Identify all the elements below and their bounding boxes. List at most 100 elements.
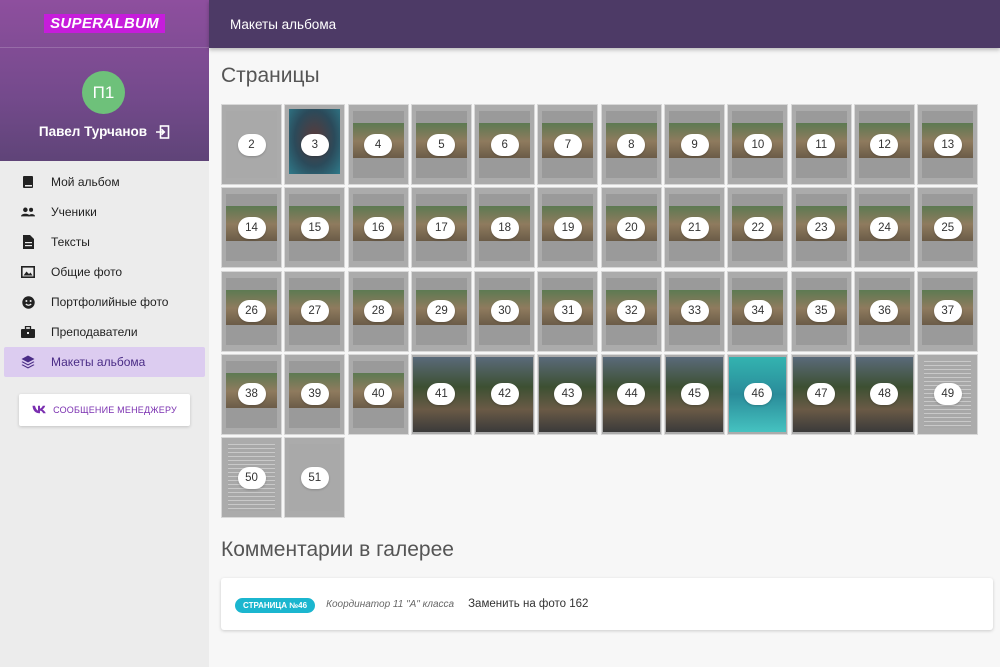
page-number-badge: 12 — [870, 133, 899, 156]
page-number-badge: 47 — [807, 383, 836, 406]
page-number-badge: 14 — [237, 216, 266, 239]
sidebar-item-texts[interactable]: Тексты — [4, 227, 205, 257]
page-thumbnail[interactable]: 27 — [284, 270, 346, 352]
page-thumbnail[interactable]: 36 — [853, 270, 915, 352]
sidebar-menu: Мой альбом Ученики Тексты Общие фото Пор… — [0, 161, 209, 377]
page-number-badge: 36 — [870, 300, 899, 323]
message-manager-button[interactable]: СООБЩЕНИЕ МЕНЕДЖЕРУ — [19, 394, 190, 426]
page-number-badge: 7 — [553, 133, 582, 156]
page-thumbnail[interactable]: 29 — [410, 270, 472, 352]
page-thumbnail[interactable]: 28 — [347, 270, 409, 352]
image-icon — [21, 265, 35, 279]
page-thumbnail[interactable]: 19 — [537, 187, 599, 269]
logout-icon[interactable] — [155, 124, 170, 139]
page-thumbnail[interactable]: 8 — [600, 104, 662, 185]
sidebar-item-students[interactable]: Ученики — [4, 197, 205, 227]
page-number-badge: 6 — [490, 133, 519, 156]
page-thumbnail[interactable]: 26 — [221, 270, 282, 352]
sidebar-item-label: Мой альбом — [51, 175, 120, 189]
page-number-badge: 51 — [300, 466, 329, 489]
page-number-badge: 49 — [933, 383, 962, 406]
page-thumbnail[interactable]: 4 — [347, 104, 409, 185]
page-thumbnail[interactable]: 31 — [537, 270, 599, 352]
page-title: Макеты альбома — [230, 16, 337, 32]
page-number-badge: 35 — [807, 300, 836, 323]
comment-card: СТРАНИЦА №46 Координатор 11 "А" класса З… — [221, 578, 993, 630]
page-number-badge: 2 — [237, 133, 266, 156]
page-thumbnail[interactable]: 16 — [347, 187, 409, 269]
comment-author: Координатор 11 "А" класса — [326, 599, 455, 610]
page-thumbnail[interactable]: 38 — [221, 353, 282, 435]
sidebar-item-my-album[interactable]: Мой альбом — [4, 167, 205, 197]
page-thumbnail[interactable]: 43 — [537, 353, 599, 435]
page-thumbnail[interactable]: 18 — [474, 187, 536, 269]
page-thumbnail[interactable]: 41 — [410, 353, 472, 435]
sidebar-item-common-photos[interactable]: Общие фото — [4, 257, 205, 287]
page-thumbnail[interactable]: 11 — [790, 104, 852, 185]
page-thumbnail[interactable]: 7 — [537, 104, 599, 185]
page-thumbnail[interactable]: 23 — [790, 187, 852, 269]
page-thumbnail[interactable]: 32 — [600, 270, 662, 352]
page-thumbnail[interactable]: 51 — [284, 437, 346, 519]
page-thumbnail[interactable]: 15 — [284, 187, 346, 269]
page-thumbnail[interactable]: 10 — [727, 104, 789, 185]
sidebar-item-label: Тексты — [51, 235, 90, 249]
page-thumbnail[interactable]: 30 — [474, 270, 536, 352]
page-badge[interactable]: СТРАНИЦА №46 — [235, 598, 316, 613]
page-thumbnail[interactable]: 46 — [727, 353, 789, 435]
page-thumbnail[interactable]: 39 — [284, 353, 346, 435]
logo-bar: SUPERALBUM — [0, 0, 209, 48]
page-number-badge: 22 — [743, 216, 772, 239]
page-thumbnail[interactable]: 9 — [664, 104, 726, 185]
page-thumbnail[interactable]: 33 — [664, 270, 726, 352]
pages-heading: Страницы — [221, 64, 320, 87]
page-thumbnail[interactable]: 13 — [917, 104, 979, 185]
page-thumbnail[interactable]: 17 — [410, 187, 472, 269]
page-number-badge: 11 — [807, 133, 836, 156]
layers-icon — [21, 355, 35, 369]
page-number-badge: 43 — [553, 383, 582, 406]
page-thumbnail[interactable]: 47 — [790, 353, 852, 435]
sidebar-item-portfolio-photos[interactable]: Портфолийные фото — [4, 287, 205, 317]
page-number-badge: 48 — [870, 383, 899, 406]
page-thumbnail[interactable]: 20 — [600, 187, 662, 269]
page-thumbnail[interactable]: 3 — [284, 104, 346, 185]
avatar[interactable]: П1 — [82, 71, 125, 114]
sidebar-item-album-layouts[interactable]: Макеты альбома — [4, 347, 205, 377]
page-number-badge: 27 — [300, 300, 329, 323]
page-thumbnail[interactable]: 34 — [727, 270, 789, 352]
page-thumbnail[interactable]: 45 — [664, 353, 726, 435]
page-thumbnail[interactable]: 25 — [917, 187, 979, 269]
page-number-badge: 26 — [237, 300, 266, 323]
sidebar-item-teachers[interactable]: Преподаватели — [4, 317, 205, 347]
vk-icon — [32, 405, 47, 416]
page-number-badge: 41 — [427, 383, 456, 406]
main-content: Страницы 2 3 4 5 6 7 8 9 10 11 12 13 14 15 16 17 18 19 20 2… — [209, 48, 1000, 667]
page-thumbnail[interactable]: 22 — [727, 187, 789, 269]
page-thumbnail[interactable]: 49 — [917, 353, 979, 435]
page-thumbnail[interactable]: 24 — [853, 187, 915, 269]
page-thumbnail[interactable]: 40 — [347, 353, 409, 435]
page-thumbnail[interactable]: 6 — [474, 104, 536, 185]
page-thumbnail[interactable]: 12 — [853, 104, 915, 185]
page-thumbnail[interactable]: 2 — [221, 104, 282, 185]
page-thumbnail[interactable]: 44 — [600, 353, 662, 435]
page-thumbnail[interactable]: 35 — [790, 270, 852, 352]
page-thumbnail[interactable]: 5 — [410, 104, 472, 185]
page-number-badge: 23 — [807, 216, 836, 239]
briefcase-icon — [21, 325, 35, 339]
page-thumbnail[interactable]: 42 — [474, 353, 536, 435]
page-number-badge: 50 — [237, 466, 266, 489]
page-thumbnail[interactable]: 14 — [221, 187, 282, 269]
page-thumbnail[interactable]: 50 — [221, 437, 282, 519]
page-thumbnail[interactable]: 21 — [664, 187, 726, 269]
page-number-badge: 21 — [680, 216, 709, 239]
page-number-badge: 32 — [617, 300, 646, 323]
page-number-badge: 25 — [933, 216, 962, 239]
app-logo[interactable]: SUPERALBUM — [44, 14, 165, 33]
page-thumbnail[interactable]: 37 — [917, 270, 979, 352]
page-thumbnail[interactable]: 48 — [853, 353, 915, 435]
page-number-badge: 31 — [553, 300, 582, 323]
smiley-icon — [21, 295, 35, 309]
page-number-badge: 3 — [300, 133, 329, 156]
